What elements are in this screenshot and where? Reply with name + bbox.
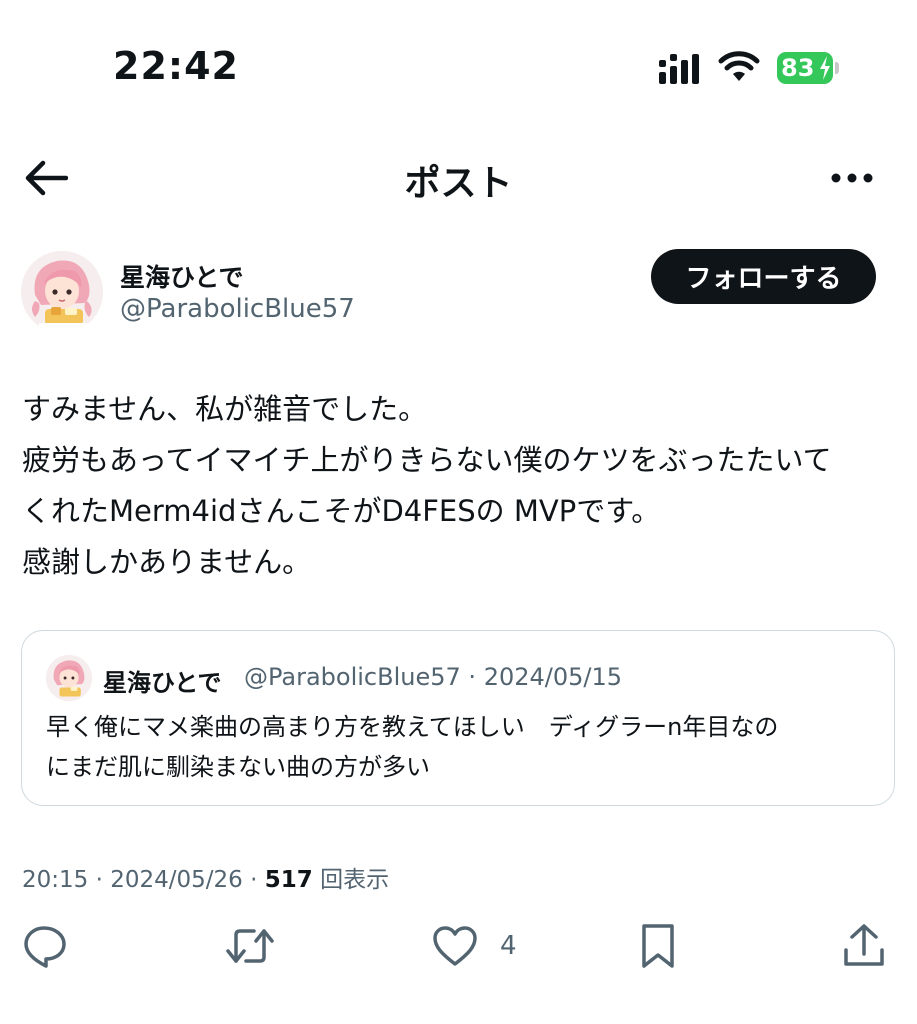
separator-dot: · (95, 867, 111, 893)
post-text-line: すみません、私が雑音でした。 (22, 392, 428, 426)
avatar-illustration (21, 251, 103, 333)
status-bar: 22:42 83 (0, 0, 917, 110)
retweet-icon (226, 929, 274, 963)
bookmark-icon (642, 924, 674, 968)
status-time: 22:42 (113, 44, 239, 88)
post-time[interactable]: 20:15 (22, 867, 88, 893)
quoted-post[interactable]: 星海ひとで @ParabolicBlue57 · 2024/05/15 早く俺に… (21, 630, 895, 806)
more-horizontal-icon (831, 173, 873, 183)
page-title: ポスト (404, 163, 513, 204)
post-meta: 20:15 · 2024/05/26 · 517 回表示 (22, 860, 389, 894)
avatar[interactable] (21, 251, 103, 333)
post-text-line: くれたMerm4idさんこそがD4FESの MVPです。 (22, 494, 661, 528)
like-button[interactable]: 4 (432, 920, 517, 972)
bookmark-button[interactable] (638, 920, 678, 972)
signal-icon (659, 54, 699, 84)
quote-text: 早く俺にマメ楽曲の高まり方を教えてほしい ディグラーn年目なの にまだ肌に馴染ま… (46, 707, 876, 787)
quote-avatar (46, 655, 92, 701)
avatar-illustration (46, 655, 92, 701)
nav-header: ポスト (0, 140, 917, 216)
follow-button[interactable]: フォローする (651, 249, 876, 304)
heart-icon (433, 926, 477, 966)
share-button[interactable] (842, 920, 886, 972)
share-icon (844, 924, 884, 966)
quote-text-line: にまだ肌に馴染まない曲の方が多い (46, 753, 430, 781)
reply-button[interactable] (22, 920, 68, 972)
battery-cap (835, 62, 839, 74)
separator-dot: · (468, 663, 484, 691)
quote-author-name: 星海ひとで (103, 669, 222, 697)
post-text-line: 疲労もあってイマイチ上がりきらない僕のケツをぶったたいて (22, 443, 832, 477)
quote-date: 2024/05/15 (483, 663, 623, 691)
battery-level: 83 (781, 54, 815, 82)
post-date[interactable]: 2024/05/26 (110, 867, 243, 893)
post-text-line: 感謝しかありません。 (22, 545, 312, 579)
like-count: 4 (500, 931, 517, 961)
more-button[interactable] (826, 154, 878, 202)
reply-icon (24, 926, 66, 968)
separator-dot: · (250, 867, 265, 893)
quote-meta: @ParabolicBlue57 · 2024/05/15 (244, 663, 622, 691)
quote-text-line: 早く俺にマメ楽曲の高まり方を教えてほしい ディグラーn年目なの (46, 713, 779, 741)
views-label: 回表示 (320, 867, 390, 893)
battery-icon: 83 (777, 52, 839, 84)
views-count: 517 (264, 867, 313, 893)
quote-author-handle: @ParabolicBlue57 (244, 663, 461, 691)
author-handle[interactable]: @ParabolicBlue57 (120, 294, 355, 324)
post-text: すみません、私が雑音でした。 疲労もあってイマイチ上がりきらない僕のケツをぶった… (22, 384, 892, 588)
wifi-icon (718, 51, 760, 81)
retweet-button[interactable] (224, 920, 276, 972)
charging-bolt-icon (820, 56, 830, 80)
author-name[interactable]: 星海ひとで (120, 258, 244, 294)
